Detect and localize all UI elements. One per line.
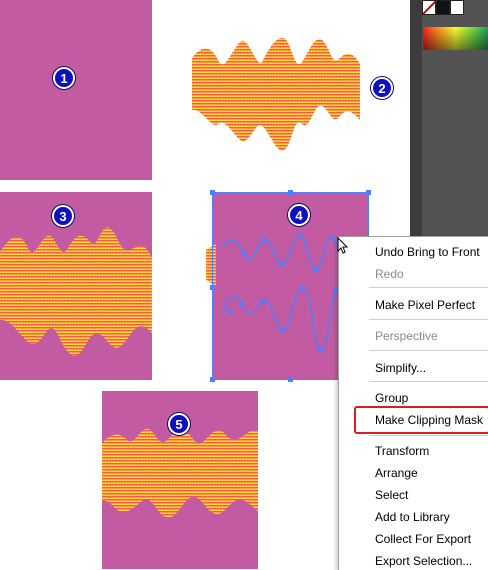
color-spectrum[interactable] [423,27,488,50]
wave-shape-2[interactable] [188,28,363,160]
menu-separator [369,319,488,320]
context-menu: Undo Bring to Front Redo Make Pixel Perf… [338,236,488,570]
menu-item-export-selection[interactable]: Export Selection... [375,554,472,568]
menu-separator [369,287,488,288]
menu-item-group[interactable]: Group [375,391,408,405]
black-swatch[interactable] [436,0,450,15]
white-swatch[interactable] [450,0,464,15]
pointer-cursor-icon [337,237,349,254]
menu-separator [369,435,488,436]
menu-item-arrange[interactable]: Arrange [375,466,418,480]
step-badge-3: 3 [52,205,74,227]
wave-shape-3 [0,227,152,356]
menu-item-simplify[interactable]: Simplify... [375,361,426,375]
clipping-mask-highlight [354,406,488,434]
artboard-3[interactable] [0,192,152,380]
step-badge-4: 4 [288,204,310,226]
menu-item-make-pixel-perfect[interactable]: Make Pixel Perfect [375,298,475,312]
menu-item-transform[interactable]: Transform [375,444,429,458]
none-swatch[interactable] [422,0,436,15]
artboard-1[interactable] [0,0,152,180]
menu-separator [369,350,488,351]
menu-item-select[interactable]: Select [375,488,408,502]
menu-separator [369,381,488,382]
menu-item-perspective[interactable]: Perspective [375,329,438,343]
menu-item-redo[interactable]: Redo [375,267,404,281]
menu-item-add-to-library[interactable]: Add to Library [375,510,450,524]
menu-item-collect-for-export[interactable]: Collect For Export [375,532,471,546]
step-badge-1: 1 [53,67,75,89]
step-badge-2: 2 [371,77,393,99]
step-badge-5: 5 [168,413,190,435]
menu-item-undo-bring-to-front[interactable]: Undo Bring to Front [375,245,480,259]
